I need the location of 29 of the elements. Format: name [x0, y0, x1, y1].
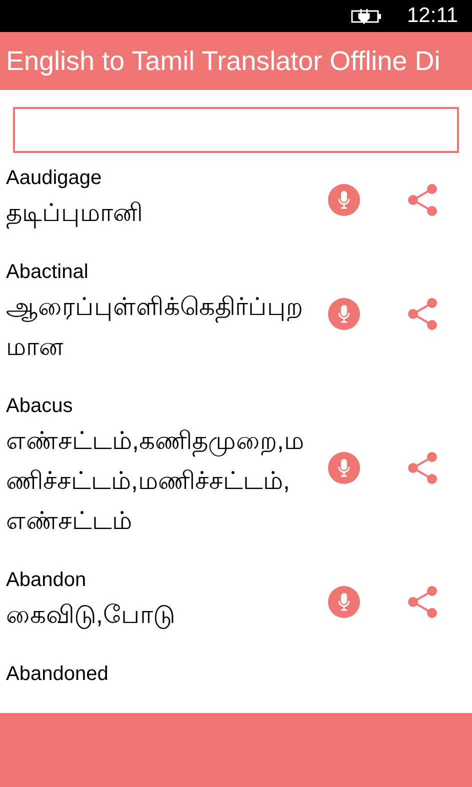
microphone-button[interactable] — [328, 184, 360, 216]
microphone-button[interactable] — [328, 586, 360, 618]
share-icon — [407, 184, 437, 216]
share-icon — [407, 586, 437, 618]
tamil-translation: கைவிடு,போடு — [6, 600, 176, 631]
search-field[interactable] — [13, 107, 459, 153]
tamil-translation: ஆரைப்புள்ளிக்கெதிர்ப்புறமான — [6, 292, 304, 363]
share-button[interactable] — [406, 298, 438, 330]
microphone-icon — [338, 191, 350, 209]
share-icon — [407, 298, 437, 330]
english-word: Abandoned — [6, 662, 110, 687]
microphone-icon — [338, 305, 350, 323]
tamil-translation: எண்சட்டம்,கணிதமுறை,மணிச்சட்டம்,மணிச்சட்டம்,எண்சட்டம் — [6, 426, 305, 537]
tamil-translation: தடிப்புமானி — [6, 198, 144, 231]
english-word: Aaudigage — [6, 166, 103, 191]
microphone-button[interactable] — [328, 452, 360, 484]
english-word: Abacus — [6, 394, 74, 419]
share-icon — [407, 452, 437, 484]
status-time: 12:11 — [407, 3, 458, 30]
share-button[interactable] — [406, 184, 438, 216]
english-word: Abactinal — [6, 260, 90, 285]
microphone-button[interactable] — [328, 298, 360, 330]
microphone-icon — [338, 459, 350, 477]
battery-charging-icon — [351, 8, 383, 24]
english-word: Abandon — [6, 568, 88, 593]
share-button[interactable] — [406, 586, 438, 618]
share-button[interactable] — [406, 452, 438, 484]
microphone-icon — [338, 593, 350, 611]
app-title: English to Tamil Translator Offline Di — [5, 44, 440, 78]
